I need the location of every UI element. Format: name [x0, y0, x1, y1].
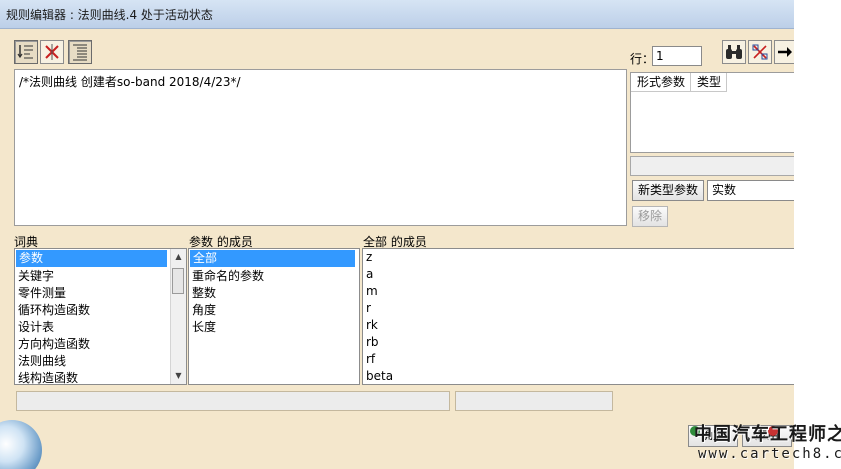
- binoculars-icon: [726, 45, 742, 59]
- dictionary-list[interactable]: 参数 关键字 零件测量 循环构造函数 设计表 方向构造函数 法则曲线 线构造函数…: [14, 248, 187, 385]
- list-item[interactable]: beta: [363, 368, 794, 384]
- delete-button[interactable]: [40, 40, 64, 64]
- list-item[interactable]: r: [363, 300, 794, 317]
- list-item[interactable]: z: [363, 249, 794, 266]
- members-list[interactable]: 全部 重命名的参数 整数 角度 长度: [188, 248, 360, 385]
- remove-button[interactable]: 移除: [632, 206, 668, 227]
- list-item[interactable]: rk: [363, 317, 794, 334]
- list-item[interactable]: 关键字: [15, 268, 186, 285]
- rule-editor-window: 规则编辑器 : 法则曲线.4 处于活动状态 行： 1 /*法则曲线 创建者so-…: [0, 0, 794, 469]
- list-item[interactable]: 全部: [190, 250, 355, 267]
- list-item[interactable]: 循环构造函数: [15, 302, 186, 319]
- watermark-text: 中国汽车工程师之家: [694, 424, 841, 445]
- search-button[interactable]: [722, 40, 746, 64]
- app-orb-icon: [0, 420, 42, 469]
- all-members-list[interactable]: z a m r rk rb rf beta: [362, 248, 794, 385]
- insert-law-icon: [17, 45, 33, 59]
- type-select[interactable]: 实数: [707, 180, 794, 201]
- status-field-secondary: [455, 391, 613, 411]
- align-text-button[interactable]: [68, 40, 92, 64]
- new-type-param-button[interactable]: 新类型参数: [632, 180, 704, 201]
- list-item[interactable]: 角度: [189, 302, 359, 319]
- header-type[interactable]: 类型: [691, 73, 727, 92]
- sort-icon: [752, 44, 768, 60]
- list-item[interactable]: 设计表: [15, 319, 186, 336]
- window-title: 规则编辑器 : 法则曲线.4 处于活动状态: [6, 8, 213, 22]
- scroll-thumb[interactable]: [172, 268, 184, 294]
- dictionary-scrollbar[interactable]: ▲ ▼: [170, 249, 186, 384]
- list-item[interactable]: m: [363, 283, 794, 300]
- list-item[interactable]: 长度: [189, 319, 359, 336]
- sort-button[interactable]: [748, 40, 772, 64]
- list-item[interactable]: 零件测量: [15, 285, 186, 302]
- status-field-main: [16, 391, 450, 411]
- align-text-icon: [73, 44, 87, 61]
- param-name-field[interactable]: [630, 156, 794, 176]
- watermark-url: www.cartech8.com: [698, 446, 841, 462]
- header-formal-param[interactable]: 形式参数: [631, 73, 691, 92]
- row-label: 行：: [630, 52, 655, 66]
- list-item[interactable]: a: [363, 266, 794, 283]
- list-item[interactable]: 重命名的参数: [189, 268, 359, 285]
- formal-params-table[interactable]: 形式参数 类型: [630, 72, 794, 153]
- formula-editor[interactable]: /*法则曲线 创建者so-band 2018/4/23*/: [14, 69, 627, 226]
- list-item[interactable]: 整数: [189, 285, 359, 302]
- delete-icon: [45, 44, 59, 60]
- scroll-down-icon[interactable]: ▼: [171, 368, 186, 384]
- list-item[interactable]: 方向构造函数: [15, 336, 186, 353]
- list-item[interactable]: rb: [363, 334, 794, 351]
- arrow-right-icon: [778, 47, 792, 57]
- list-item[interactable]: rf: [363, 351, 794, 368]
- title-bar[interactable]: 规则编辑器 : 法则曲线.4 处于活动状态: [0, 0, 794, 29]
- row-input[interactable]: [652, 46, 702, 66]
- list-item[interactable]: 参数: [16, 250, 167, 267]
- insert-law-button[interactable]: [14, 40, 38, 64]
- list-item[interactable]: 线构造函数: [15, 370, 186, 384]
- scroll-up-icon[interactable]: ▲: [171, 249, 186, 265]
- next-button[interactable]: [774, 40, 794, 64]
- list-item[interactable]: 法则曲线: [15, 353, 186, 370]
